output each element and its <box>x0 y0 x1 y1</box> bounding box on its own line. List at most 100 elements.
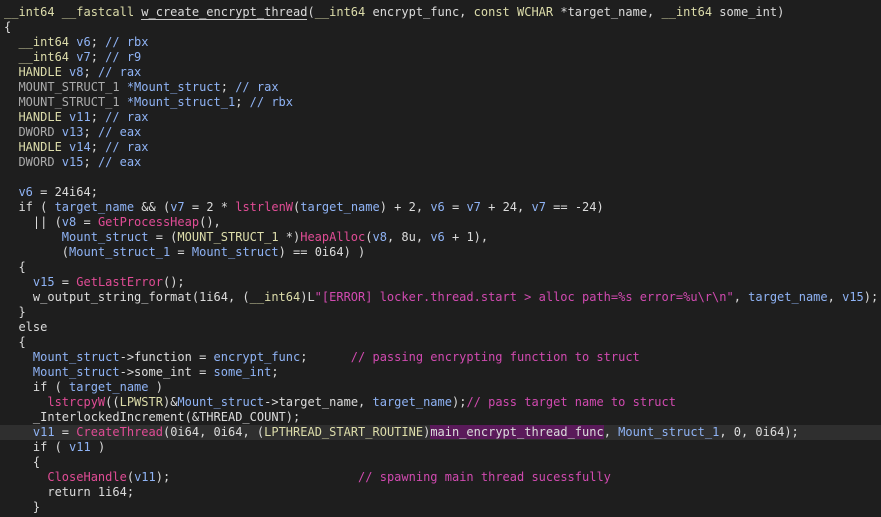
code-line[interactable]: DWORD v13; // eax <box>4 125 141 140</box>
code-line[interactable]: MOUNT_STRUCT_1 *Mount_struct_1; // rbx <box>4 95 293 110</box>
code-token-var: Mount_struct <box>177 395 265 409</box>
code-line[interactable]: return 1i64; <box>4 485 134 500</box>
code-token-api[interactable]: CreateThread <box>76 425 163 439</box>
code-token-api[interactable]: GetProcessHeap <box>98 215 199 229</box>
code-token-txt: = <box>444 200 467 214</box>
code-token-api[interactable]: HeapAlloc <box>300 230 365 244</box>
code-line[interactable]: } <box>4 305 25 320</box>
code-token-txt: ; <box>90 50 106 64</box>
code-token-txt: ; <box>90 140 106 154</box>
code-token-fn[interactable]: _InterlockedIncrement <box>4 410 185 424</box>
code-token-var: Mount_struct_1 <box>618 425 720 439</box>
code-token-kw: HANDLE <box>4 65 70 79</box>
code-token-api[interactable]: lstrcpyW <box>4 395 105 409</box>
code-token-kw: HANDLE <box>4 110 70 124</box>
code-token-fnref[interactable]: main_encrypt_thread_func <box>430 425 604 439</box>
code-token-api[interactable]: lstrlenW <box>235 200 293 214</box>
code-line[interactable]: _InterlockedIncrement(&THREAD_COUNT); <box>4 410 300 425</box>
code-line[interactable]: DWORD v15; // eax <box>4 155 141 170</box>
code-line[interactable]: CloseHandle(v11); // spawning main threa… <box>4 470 611 485</box>
code-line[interactable]: Mount_struct = (MOUNT_STRUCT_1 *)HeapAll… <box>4 230 488 245</box>
code-line[interactable]: (Mount_struct_1 = Mount_struct) == 0i64)… <box>4 245 365 260</box>
code-token-txt: (&THREAD_COUNT); <box>184 410 301 424</box>
code-token-var: Mount_struct <box>4 350 120 364</box>
code-token-txt: , <box>603 425 619 439</box>
code-token-txt: if ( <box>4 200 55 214</box>
code-token-txt: ) <box>148 380 163 394</box>
code-token-var: target_name <box>372 395 452 409</box>
code-token-txt: = 2 * <box>184 200 236 214</box>
code-token-txt: ( <box>307 5 315 19</box>
code-line[interactable]: { <box>4 455 40 470</box>
code-token-kw: __int64 <box>314 5 373 19</box>
code-line[interactable]: || (v8 = GetProcessHeap(), <box>4 215 221 230</box>
code-token-var: v8 <box>372 230 387 244</box>
code-token-var: *Mount_struct <box>126 80 221 94</box>
code-token-var: v11 <box>4 425 55 439</box>
code-line[interactable]: __int64 v7; // r9 <box>4 50 141 65</box>
code-line[interactable]: Mount_struct->function = encrypt_func; /… <box>4 350 640 365</box>
code-token-txt: ( <box>126 470 135 484</box>
code-token-txt: , 8u, <box>386 230 431 244</box>
code-line[interactable]: HANDLE v11; // rax <box>4 110 148 125</box>
code-line[interactable]: HANDLE v14; // rax <box>4 140 149 155</box>
code-token-txt: = <box>54 425 77 439</box>
code-token-cm: // passing encrypting function to struct <box>350 350 640 364</box>
code-token-gty: MOUNT_STRUCT_1 <box>4 80 127 94</box>
code-token-txt: ; <box>83 155 98 169</box>
code-line[interactable]: HANDLE v8; // rax <box>4 65 141 80</box>
code-line[interactable]: w_output_string_format(1i64, (__int64)L"… <box>4 290 878 305</box>
decompiler-view[interactable]: __int64 __fastcall w_create_encrypt_thre… <box>0 0 881 517</box>
code-token-txt: = <box>76 215 98 229</box>
code-line[interactable]: { <box>4 335 25 350</box>
code-token-txt: )L <box>300 290 315 304</box>
code-token-api[interactable]: CloseHandle <box>4 470 126 484</box>
code-line[interactable]: v6 = 24i64; <box>4 185 98 200</box>
code-token-txt: + 24, <box>480 200 532 214</box>
code-line[interactable]: lstrcpyW((LPWSTR)&Mount_struct->target_n… <box>4 395 676 410</box>
code-token-cast: MOUNT_STRUCT_1 <box>177 230 286 244</box>
code-token-fn[interactable]: w_output_string_format <box>4 290 192 304</box>
code-token-var: v7 <box>76 50 91 64</box>
code-token-txt: ( <box>365 230 373 244</box>
code-line[interactable]: v11 = CreateThread(0i64, 0i64, (LPTHREAD… <box>4 425 799 440</box>
code-token-var: target_name <box>54 200 135 214</box>
code-line[interactable]: MOUNT_STRUCT_1 *Mount_struct; // rax <box>4 80 278 95</box>
code-line[interactable]: if ( v11 ) <box>4 440 105 455</box>
code-token-txt: ) == 0i64) ) <box>278 245 366 259</box>
code-token-var: // rbx <box>249 95 294 109</box>
code-line[interactable]: if ( target_name ) <box>4 380 163 395</box>
code-token-txt: , <box>733 290 749 304</box>
code-token-var: v6 <box>76 35 91 49</box>
code-line[interactable]: v15 = GetLastError(); <box>4 275 185 290</box>
code-token-var: encrypt_func <box>213 350 301 364</box>
code-line[interactable]: else <box>4 320 47 335</box>
code-line[interactable]: { <box>4 260 25 275</box>
code-token-kw: __int64 <box>661 5 720 19</box>
code-token-txt: + 1), <box>444 230 489 244</box>
code-token-var: // rax <box>105 140 149 154</box>
code-token-txt: = <box>170 245 192 259</box>
code-token-gty: DWORD <box>4 155 62 169</box>
code-token-txt: == -24) <box>545 200 604 214</box>
code-line[interactable]: if ( target_name && (v7 = 2 * lstrlenW(t… <box>4 200 604 215</box>
code-token-var: v15 <box>4 275 55 289</box>
code-token-var: Mount_struct <box>191 245 279 259</box>
code-token-fn[interactable]: w_create_encrypt_thread <box>141 5 308 20</box>
code-token-txt: { <box>4 20 12 34</box>
code-token-var: v11 <box>134 470 156 484</box>
code-line[interactable]: { <box>4 20 11 35</box>
code-line[interactable]: __int64 __fastcall w_create_encrypt_thre… <box>4 5 784 20</box>
code-token-txt: (); <box>162 275 185 289</box>
code-token-var: v7 <box>170 200 185 214</box>
code-token-var: target_name <box>748 290 828 304</box>
code-token-txt: ; <box>83 65 98 79</box>
code-token-txt: ->some_int = <box>119 365 214 379</box>
code-token-txt: ); <box>863 290 879 304</box>
code-token-str: "[ERROR] locker.thread.start > alloc pat… <box>314 290 734 304</box>
code-line[interactable]: Mount_struct->some_int = some_int; <box>4 365 279 380</box>
code-token-api[interactable]: GetLastError <box>76 275 163 289</box>
code-line[interactable]: __int64 v6; // rbx <box>4 35 148 50</box>
code-line[interactable]: } <box>4 500 40 515</box>
code-token-txt: = 24i64; <box>32 185 98 199</box>
